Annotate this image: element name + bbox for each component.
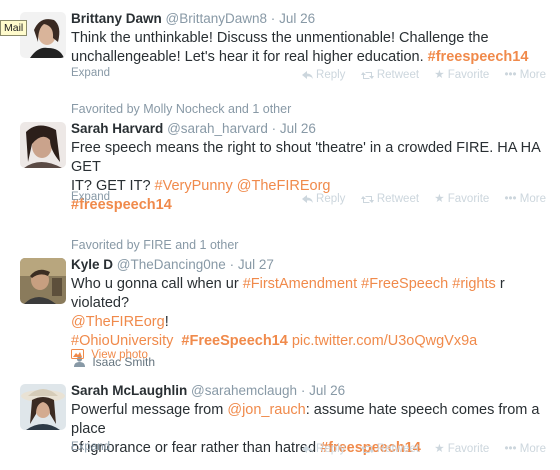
reply-button[interactable]: Reply	[301, 193, 345, 205]
more-icon: •••	[504, 69, 517, 81]
retweet-button[interactable]: Retweet	[360, 443, 419, 455]
hashtag-freespeech14[interactable]: #freespeech14	[428, 49, 529, 65]
separator: ·	[270, 11, 276, 26]
photo-link[interactable]: pic.twitter.com/U3oQwgVx9a	[292, 333, 477, 349]
expand-link[interactable]: Expand	[71, 441, 110, 453]
star-icon: ★	[434, 69, 445, 81]
tweet-1: Brittany Dawn @BrittanyDawn8 · Jul 26 Th…	[0, 0, 560, 90]
avatar-sarah-mclaughlin[interactable]	[20, 384, 66, 430]
author-handle[interactable]: @sarahemclaugh	[191, 383, 297, 398]
reply-icon	[301, 195, 313, 203]
more-button[interactable]: ••• More	[505, 69, 547, 81]
hashtag-freespeech[interactable]: #FreeSpeech	[361, 276, 448, 292]
timestamp[interactable]: Jul 26	[309, 383, 345, 398]
avatar-kyle-d[interactable]	[20, 258, 66, 304]
tweet-actions: Reply Retweet ★ Favorite ••• More	[290, 67, 546, 81]
timestamp[interactable]: Jul 26	[280, 121, 316, 136]
reply-button[interactable]: Reply	[301, 443, 345, 455]
author-handle[interactable]: @BrittanyDawn8	[166, 11, 268, 26]
more-icon: •••	[504, 193, 517, 205]
tweet-4: Sarah McLaughlin @sarahemclaugh · Jul 26…	[0, 368, 560, 470]
tweet-actions: Reply Retweet ★ Favorite ••• More	[290, 441, 546, 455]
favorited-context[interactable]: Favorited by Molly Nocheck and 1 other	[71, 102, 291, 116]
timestamp[interactable]: Jul 26	[279, 11, 315, 26]
retweet-icon	[360, 196, 374, 203]
mention-thefireorg[interactable]: @TheFIREorg	[71, 314, 165, 330]
mention-jon-rauch[interactable]: @jon_rauch	[227, 402, 305, 418]
view-photo-link[interactable]: View photo	[71, 349, 148, 361]
hashtag-firstamendment[interactable]: #FirstAmendment	[243, 276, 357, 292]
more-button[interactable]: ••• More	[505, 193, 547, 205]
author-name[interactable]: Brittany Dawn	[71, 11, 162, 26]
hashtag-verypunny[interactable]: #VeryPunny	[155, 178, 233, 194]
more-button[interactable]: ••• More	[505, 443, 547, 455]
tweet-text: Think the unthinkable! Discuss the unmen…	[71, 30, 529, 65]
retweet-button[interactable]: Retweet	[360, 69, 419, 81]
reply-button[interactable]: Reply	[301, 69, 345, 81]
tweet-3: Favorited by FIRE and 1 other Kyle D @Th…	[0, 228, 560, 369]
mail-tooltip: Mail	[0, 20, 28, 36]
favorite-button[interactable]: ★ Favorite	[434, 193, 489, 205]
photo-icon	[71, 349, 84, 359]
retweet-icon	[360, 72, 374, 79]
separator: ·	[229, 257, 235, 272]
hashtag-rights[interactable]: #rights	[452, 276, 496, 292]
retweet-icon	[360, 446, 374, 453]
tweet-text: Who u gonna call when ur #FirstAmendment…	[71, 276, 505, 349]
tweet-2: Favorited by Molly Nocheck and 1 other S…	[0, 92, 560, 217]
star-icon: ★	[434, 193, 445, 205]
author-name[interactable]: Kyle D	[71, 257, 113, 272]
expand-link[interactable]: Expand	[71, 67, 110, 79]
favorite-button[interactable]: ★ Favorite	[434, 443, 489, 455]
hashtag-ohiouniversity[interactable]: #OhioUniversity	[71, 333, 173, 349]
avatar-sarah-harvard[interactable]	[20, 122, 66, 168]
separator: ·	[271, 121, 277, 136]
author-handle[interactable]: @sarah_harvard	[167, 121, 268, 136]
favorited-context[interactable]: Favorited by FIRE and 1 other	[71, 238, 238, 252]
author-name[interactable]: Sarah Harvard	[71, 121, 163, 136]
more-icon: •••	[504, 443, 517, 455]
author-name[interactable]: Sarah McLaughlin	[71, 383, 187, 398]
timestamp[interactable]: Jul 27	[238, 257, 274, 272]
author-handle[interactable]: @TheDancing0ne	[117, 257, 226, 272]
tweet-actions: Reply Retweet ★ Favorite ••• More	[290, 191, 546, 205]
reply-icon	[301, 445, 313, 453]
favorite-button[interactable]: ★ Favorite	[434, 69, 489, 81]
reply-icon	[301, 71, 313, 79]
hashtag-freespeech14[interactable]: #FreeSpeech14	[181, 333, 287, 349]
separator: ·	[300, 383, 306, 398]
retweet-button[interactable]: Retweet	[360, 193, 419, 205]
expand-link[interactable]: Expand	[71, 191, 110, 203]
star-icon: ★	[434, 443, 445, 455]
